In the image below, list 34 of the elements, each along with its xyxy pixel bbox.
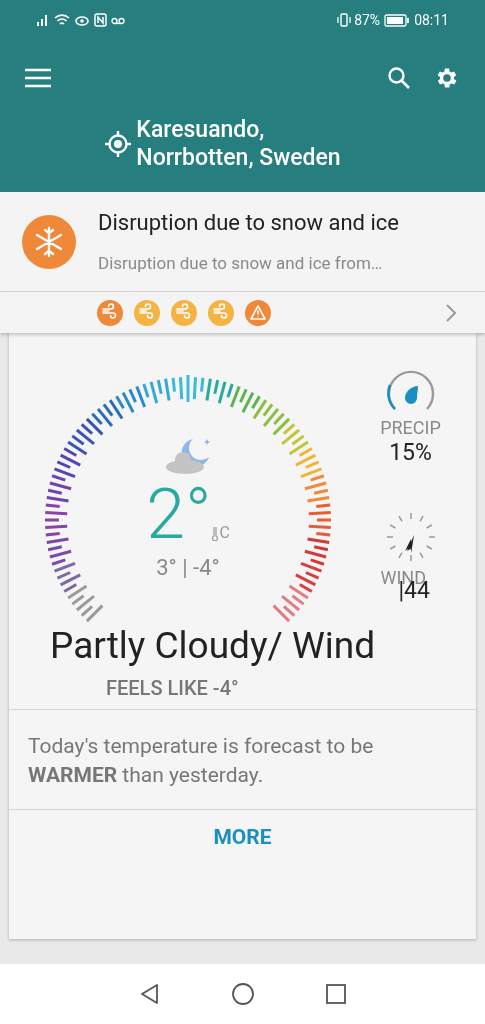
alert-title: Disruption due to snow and ice	[98, 209, 399, 238]
home-icon	[230, 982, 255, 1006]
location-region: Norrbotten, Sweden	[136, 144, 341, 172]
temperature-unit: C	[219, 522, 230, 544]
alert-banner[interactable]: Disruption due to snow and ice Disruption due to snow and ice from…	[0, 192, 485, 292]
precip-label: PRECIP	[380, 417, 441, 439]
temperature-comparison: Today's temperature is forecast to be WARMER than yesterday.	[28, 733, 375, 789]
battery-percent: 87%	[354, 10, 381, 30]
signal-icon	[36, 13, 50, 27]
back-icon	[138, 983, 161, 1005]
back-button[interactable]	[138, 983, 161, 1005]
thermometer-icon	[211, 525, 220, 541]
alert-summary: Disruption due to snow and ice from…	[98, 252, 384, 276]
voicemail-icon	[111, 15, 125, 25]
recents-button[interactable]	[324, 983, 347, 1005]
search-icon	[387, 66, 411, 90]
location-target-icon	[104, 130, 133, 158]
nfc-icon	[94, 13, 107, 27]
snowflake-icon	[22, 214, 76, 269]
chevron-right-icon	[445, 302, 457, 323]
menu-icon	[25, 68, 51, 88]
wifi-icon	[54, 13, 70, 27]
recents-icon	[324, 983, 347, 1005]
eye-icon	[74, 13, 90, 27]
battery-icon	[384, 13, 411, 27]
condition-text: Partly Cloudy/ Wind	[49, 623, 376, 669]
current-temperature: 2°	[146, 479, 212, 549]
precip-value: 15%	[389, 439, 432, 467]
home-button[interactable]	[230, 982, 255, 1006]
feels-like: FEELS LIKE -4°	[105, 675, 240, 702]
high-low-temperature: 3° | -4°	[156, 554, 220, 582]
clock: 08:11	[414, 10, 449, 30]
location-name: Karesuando,	[136, 116, 266, 144]
vibrate-icon	[336, 13, 353, 27]
